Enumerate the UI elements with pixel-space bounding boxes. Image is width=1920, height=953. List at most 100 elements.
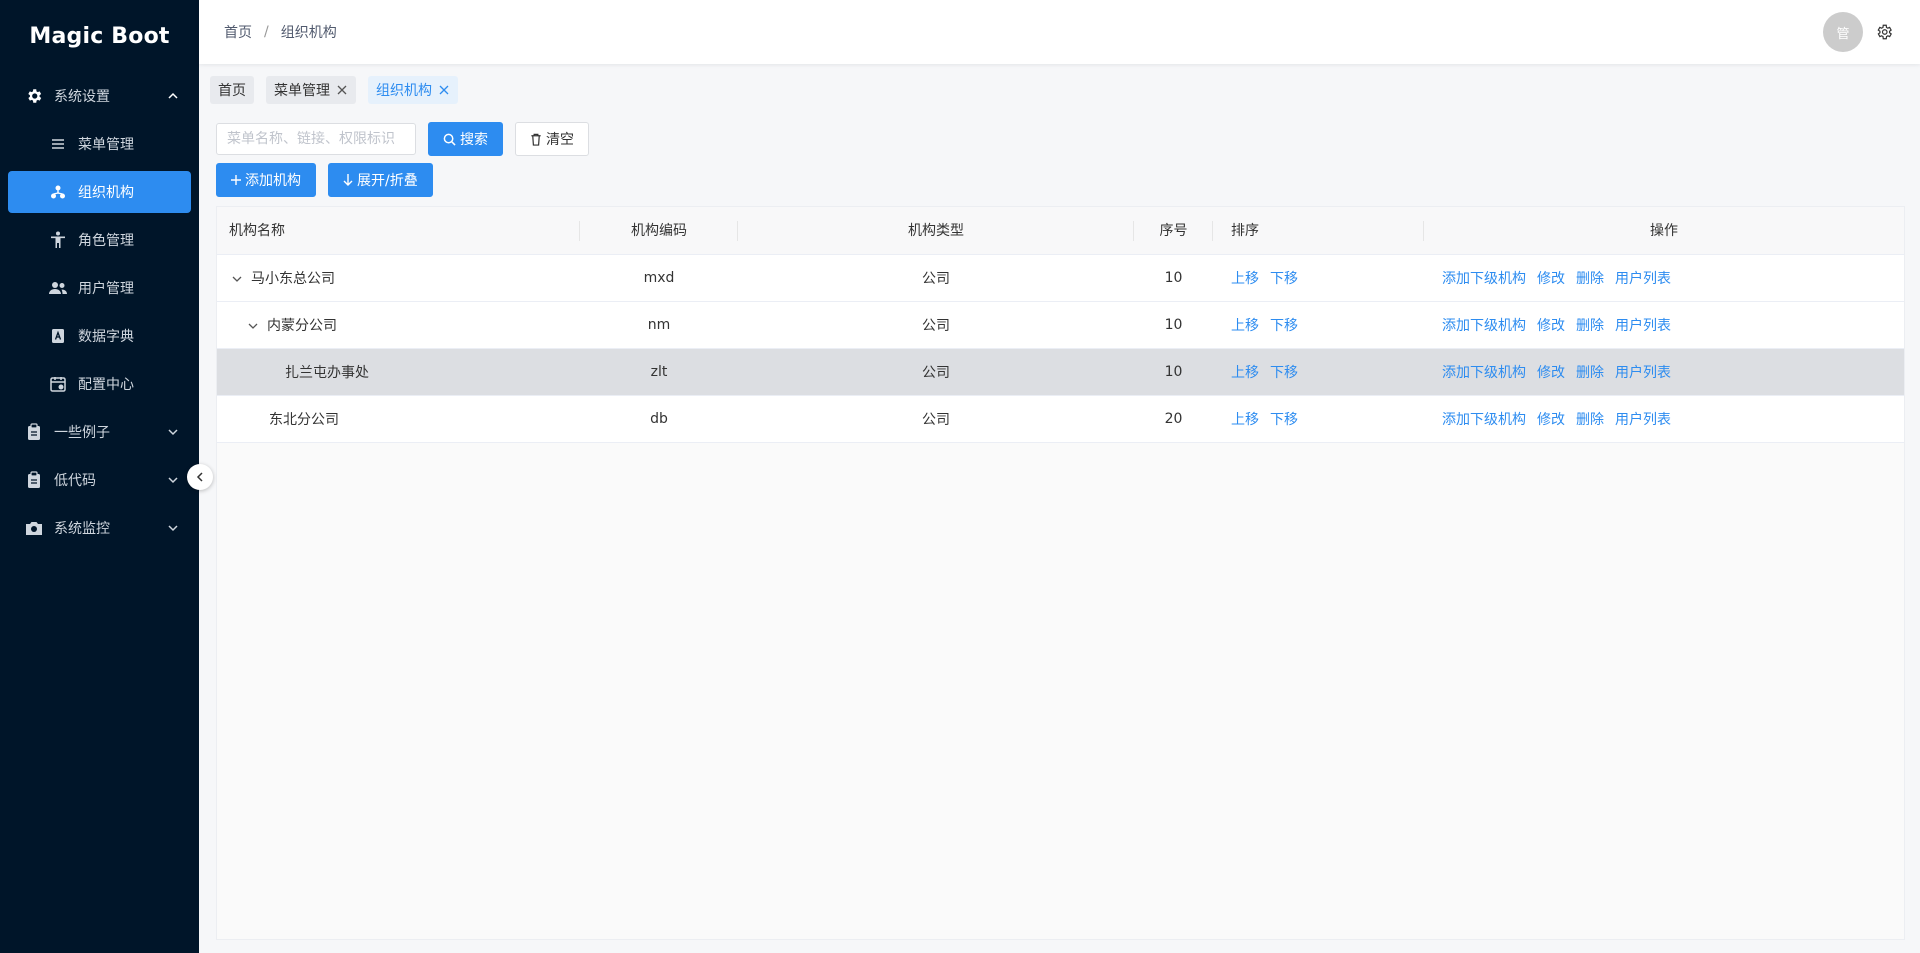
sidebar-item-label: 菜单管理 bbox=[78, 137, 134, 153]
column-header-seq: 序号 bbox=[1134, 207, 1213, 255]
breadcrumb-item-home[interactable]: 首页 bbox=[224, 22, 252, 42]
gear-icon bbox=[24, 86, 44, 106]
cell-sort: 上移 下移 bbox=[1213, 301, 1424, 349]
cell-name: 东北分公司 bbox=[217, 395, 580, 443]
cell-seq: 10 bbox=[1134, 348, 1213, 396]
tab-menu-management[interactable]: 菜单管理 bbox=[266, 76, 356, 104]
add-child-link[interactable]: 添加下级机构 bbox=[1442, 365, 1526, 381]
expand-collapse-label: 展开/折叠 bbox=[357, 173, 418, 189]
users-icon bbox=[48, 278, 68, 298]
arrow-down-icon bbox=[343, 174, 353, 186]
dictionary-icon bbox=[48, 326, 68, 346]
sidebar-item-menu-management[interactable]: 菜单管理 bbox=[0, 120, 199, 168]
cell-ops: 添加下级机构 修改 删除 用户列表 bbox=[1424, 348, 1904, 396]
cell-name: 马小东总公司 bbox=[217, 254, 580, 302]
table-row: 东北分公司 db 公司 20 上移 下移 添加下级机构 修改 删除 用户列表 bbox=[217, 395, 1904, 443]
clipboard-icon bbox=[24, 470, 44, 490]
sidebar-menu: 系统设置 菜单管理 组织机构 角色管理 用户管理 数据字典 配置中心 一些例子 … bbox=[0, 72, 199, 552]
sidebar-item-label: 组织机构 bbox=[78, 185, 134, 201]
breadcrumb-item-current: 组织机构 bbox=[280, 25, 337, 41]
sidebar-item-label: 角色管理 bbox=[78, 233, 134, 249]
chevron-left-icon bbox=[196, 472, 203, 482]
search-input[interactable] bbox=[216, 123, 416, 155]
move-up-link[interactable]: 上移 bbox=[1231, 412, 1259, 428]
close-icon[interactable] bbox=[438, 84, 450, 96]
sidebar-item-role-management[interactable]: 角色管理 bbox=[0, 216, 199, 264]
sidebar-item-organization[interactable]: 组织机构 bbox=[8, 171, 191, 213]
tab-organization[interactable]: 组织机构 bbox=[368, 76, 458, 104]
cell-seq: 10 bbox=[1134, 254, 1213, 302]
cell-type: 公司 bbox=[738, 254, 1134, 302]
cell-seq: 10 bbox=[1134, 301, 1213, 349]
header-actions: 管 bbox=[1823, 12, 1895, 52]
edit-link[interactable]: 修改 bbox=[1537, 318, 1565, 334]
move-down-link[interactable]: 下移 bbox=[1270, 318, 1298, 334]
cell-type: 公司 bbox=[738, 301, 1134, 349]
move-up-link[interactable]: 上移 bbox=[1231, 271, 1259, 287]
delete-link[interactable]: 删除 bbox=[1576, 271, 1604, 287]
user-list-link[interactable]: 用户列表 bbox=[1615, 412, 1671, 428]
sidebar-item-user-management[interactable]: 用户管理 bbox=[0, 264, 199, 312]
move-down-link[interactable]: 下移 bbox=[1270, 271, 1298, 287]
app-logo: Magic Boot bbox=[29, 23, 170, 49]
delete-link[interactable]: 删除 bbox=[1576, 365, 1604, 381]
search-icon bbox=[443, 133, 456, 146]
sidebar-item-data-dictionary[interactable]: 数据字典 bbox=[0, 312, 199, 360]
user-list-link[interactable]: 用户列表 bbox=[1615, 318, 1671, 334]
sidebar-group-label: 系统监控 bbox=[54, 521, 110, 537]
edit-link[interactable]: 修改 bbox=[1537, 271, 1565, 287]
delete-link[interactable]: 删除 bbox=[1576, 318, 1604, 334]
tab-home[interactable]: 首页 bbox=[210, 76, 254, 104]
move-down-link[interactable]: 下移 bbox=[1270, 365, 1298, 381]
move-up-link[interactable]: 上移 bbox=[1231, 365, 1259, 381]
chevron-up-icon bbox=[167, 90, 179, 102]
add-organization-button[interactable]: 添加机构 bbox=[216, 163, 316, 197]
menu-list-icon bbox=[48, 134, 68, 154]
cell-sort: 上移 下移 bbox=[1213, 254, 1424, 302]
edit-link[interactable]: 修改 bbox=[1537, 412, 1565, 428]
config-icon bbox=[48, 374, 68, 394]
sidebar-item-label: 配置中心 bbox=[78, 377, 134, 393]
sidebar-group-system-settings[interactable]: 系统设置 bbox=[0, 72, 199, 120]
column-header-ops: 操作 bbox=[1424, 207, 1904, 255]
cell-ops: 添加下级机构 修改 删除 用户列表 bbox=[1424, 254, 1904, 302]
user-list-link[interactable]: 用户列表 bbox=[1615, 271, 1671, 287]
add-child-link[interactable]: 添加下级机构 bbox=[1442, 412, 1526, 428]
cell-ops: 添加下级机构 修改 删除 用户列表 bbox=[1424, 301, 1904, 349]
column-header-sort: 排序 bbox=[1213, 207, 1424, 255]
column-header-code: 机构编码 bbox=[580, 207, 738, 255]
move-down-link[interactable]: 下移 bbox=[1270, 412, 1298, 428]
expand-collapse-button[interactable]: 展开/折叠 bbox=[328, 163, 433, 197]
settings-icon[interactable] bbox=[1873, 21, 1895, 43]
edit-link[interactable]: 修改 bbox=[1537, 365, 1565, 381]
chevron-down-icon[interactable] bbox=[247, 320, 259, 332]
sidebar-group-low-code[interactable]: 低代码 bbox=[0, 456, 199, 504]
delete-link[interactable]: 删除 bbox=[1576, 412, 1604, 428]
sidebar: Magic Boot 系统设置 菜单管理 组织机构 角色管理 用户管理 数据字典… bbox=[0, 0, 199, 953]
sidebar-item-label: 用户管理 bbox=[78, 281, 134, 297]
cell-sort: 上移 下移 bbox=[1213, 348, 1424, 396]
clear-button[interactable]: 清空 bbox=[515, 122, 589, 156]
chevron-down-icon bbox=[167, 522, 179, 534]
org-table-container: 机构名称 机构编码 机构类型 序号 排序 操作 马小东总公司 mxd 公司 10… bbox=[216, 206, 1905, 940]
toolbar: 添加机构 展开/折叠 bbox=[216, 163, 433, 197]
add-child-link[interactable]: 添加下级机构 bbox=[1442, 271, 1526, 287]
sidebar-group-label: 系统设置 bbox=[54, 89, 110, 105]
move-up-link[interactable]: 上移 bbox=[1231, 318, 1259, 334]
avatar[interactable]: 管 bbox=[1823, 12, 1863, 52]
sidebar-item-config-center[interactable]: 配置中心 bbox=[0, 360, 199, 408]
cell-code: mxd bbox=[580, 254, 738, 302]
sidebar-group-system-monitor[interactable]: 系统监控 bbox=[0, 504, 199, 552]
sidebar-collapse-button[interactable] bbox=[187, 464, 213, 490]
sidebar-group-examples[interactable]: 一些例子 bbox=[0, 408, 199, 456]
search-button[interactable]: 搜索 bbox=[428, 122, 503, 156]
user-list-link[interactable]: 用户列表 bbox=[1615, 365, 1671, 381]
close-icon[interactable] bbox=[336, 84, 348, 96]
cell-ops: 添加下级机构 修改 删除 用户列表 bbox=[1424, 395, 1904, 443]
column-header-name: 机构名称 bbox=[217, 207, 580, 255]
chevron-down-icon bbox=[167, 426, 179, 438]
sidebar-group-label: 低代码 bbox=[54, 473, 96, 489]
table-row: 扎兰屯办事处 zlt 公司 10 上移 下移 添加下级机构 修改 删除 用户列表 bbox=[217, 348, 1904, 396]
add-child-link[interactable]: 添加下级机构 bbox=[1442, 318, 1526, 334]
chevron-down-icon[interactable] bbox=[231, 273, 243, 285]
